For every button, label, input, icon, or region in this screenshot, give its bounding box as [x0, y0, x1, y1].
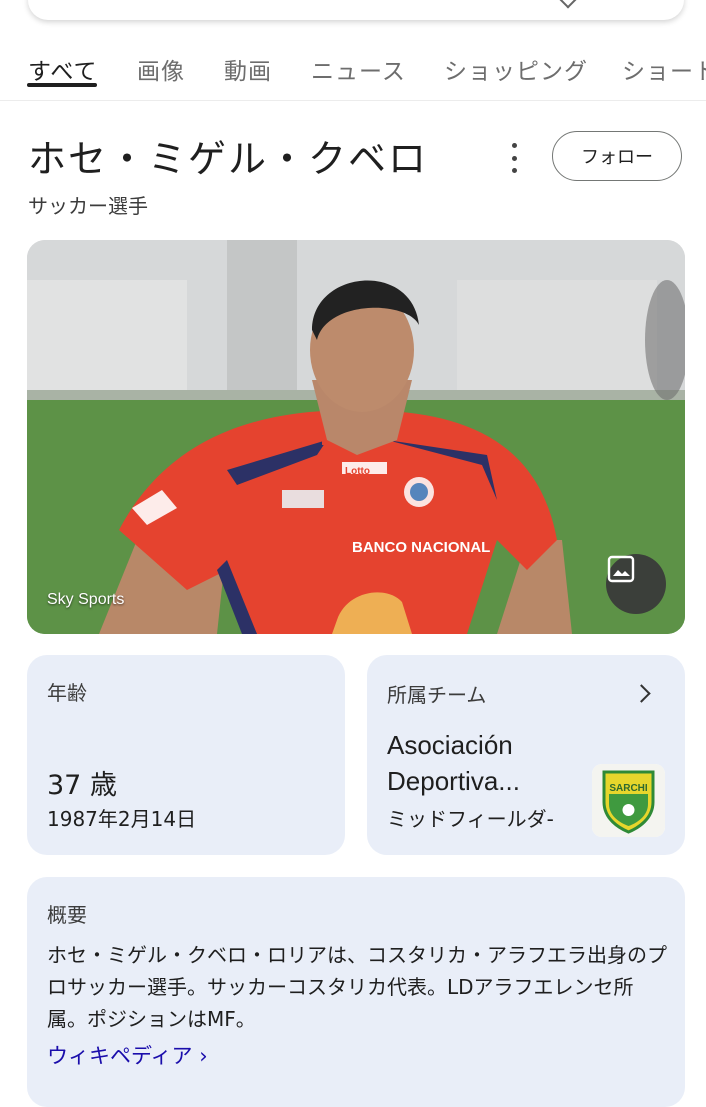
player-position: ミッドフィールダ- [387, 807, 554, 831]
entity-subtitle: サッカー選手 [28, 194, 148, 218]
player-photo[interactable]: BANCO NACIONAL Lotto Sky Sports [27, 240, 685, 634]
tab-images[interactable]: 画像 [137, 52, 185, 86]
team-logo: SARCHI [592, 764, 665, 837]
image-icon[interactable] [606, 554, 666, 614]
jersey-brand-text: Lotto [345, 466, 370, 477]
age-card: 年齢 37 歳 1987年2月14日 [27, 655, 345, 855]
chevron-down-icon[interactable] [559, 0, 577, 9]
tab-shopping[interactable]: ショッピング [444, 52, 588, 86]
overview-card: 概要 ホセ・ミゲル・クベロ・ロリアは、コスタリカ・アラフエラ出身のプロサッカー選… [27, 877, 685, 1107]
tab-news[interactable]: ニュース [311, 52, 406, 86]
age-label: 年齢 [47, 681, 87, 705]
search-bar[interactable] [28, 0, 684, 20]
overview-label: 概要 [47, 903, 87, 927]
more-vert-icon[interactable] [502, 143, 526, 173]
jersey-sponsor-text: BANCO NACIONAL [352, 539, 490, 556]
search-tabs: すべて 画像 動画 ニュース ショッピング ショート [0, 42, 706, 101]
team-card[interactable]: 所属チーム Asociación Deportiva... ミッドフィールダ- … [367, 655, 685, 855]
follow-button[interactable]: フォロー [552, 131, 682, 181]
age-value: 37 歳 [47, 770, 117, 801]
tab-videos[interactable]: 動画 [224, 52, 272, 86]
birthdate: 1987年2月14日 [47, 807, 197, 831]
team-label: 所属チーム [387, 683, 487, 707]
entity-title: ホセ・ミゲル・クベロ [28, 137, 429, 181]
tab-shorts[interactable]: ショート [622, 52, 706, 86]
team-logo-text: SARCHI [609, 783, 648, 794]
image-source-label: Sky Sports [47, 591, 125, 608]
chevron-right-icon[interactable] [632, 684, 651, 703]
active-tab-indicator [27, 83, 97, 87]
overview-text: ホセ・ミゲル・クベロ・ロリアは、コスタリカ・アラフエラ出身のプロサッカー選手。サ… [47, 943, 667, 1031]
tab-all[interactable]: すべて [28, 52, 97, 86]
wikipedia-link[interactable]: ウィキペディア › [47, 1040, 208, 1070]
team-name[interactable]: Asociación Deportiva... [387, 727, 587, 799]
player-photo-illustration: BANCO NACIONAL Lotto [27, 240, 685, 634]
